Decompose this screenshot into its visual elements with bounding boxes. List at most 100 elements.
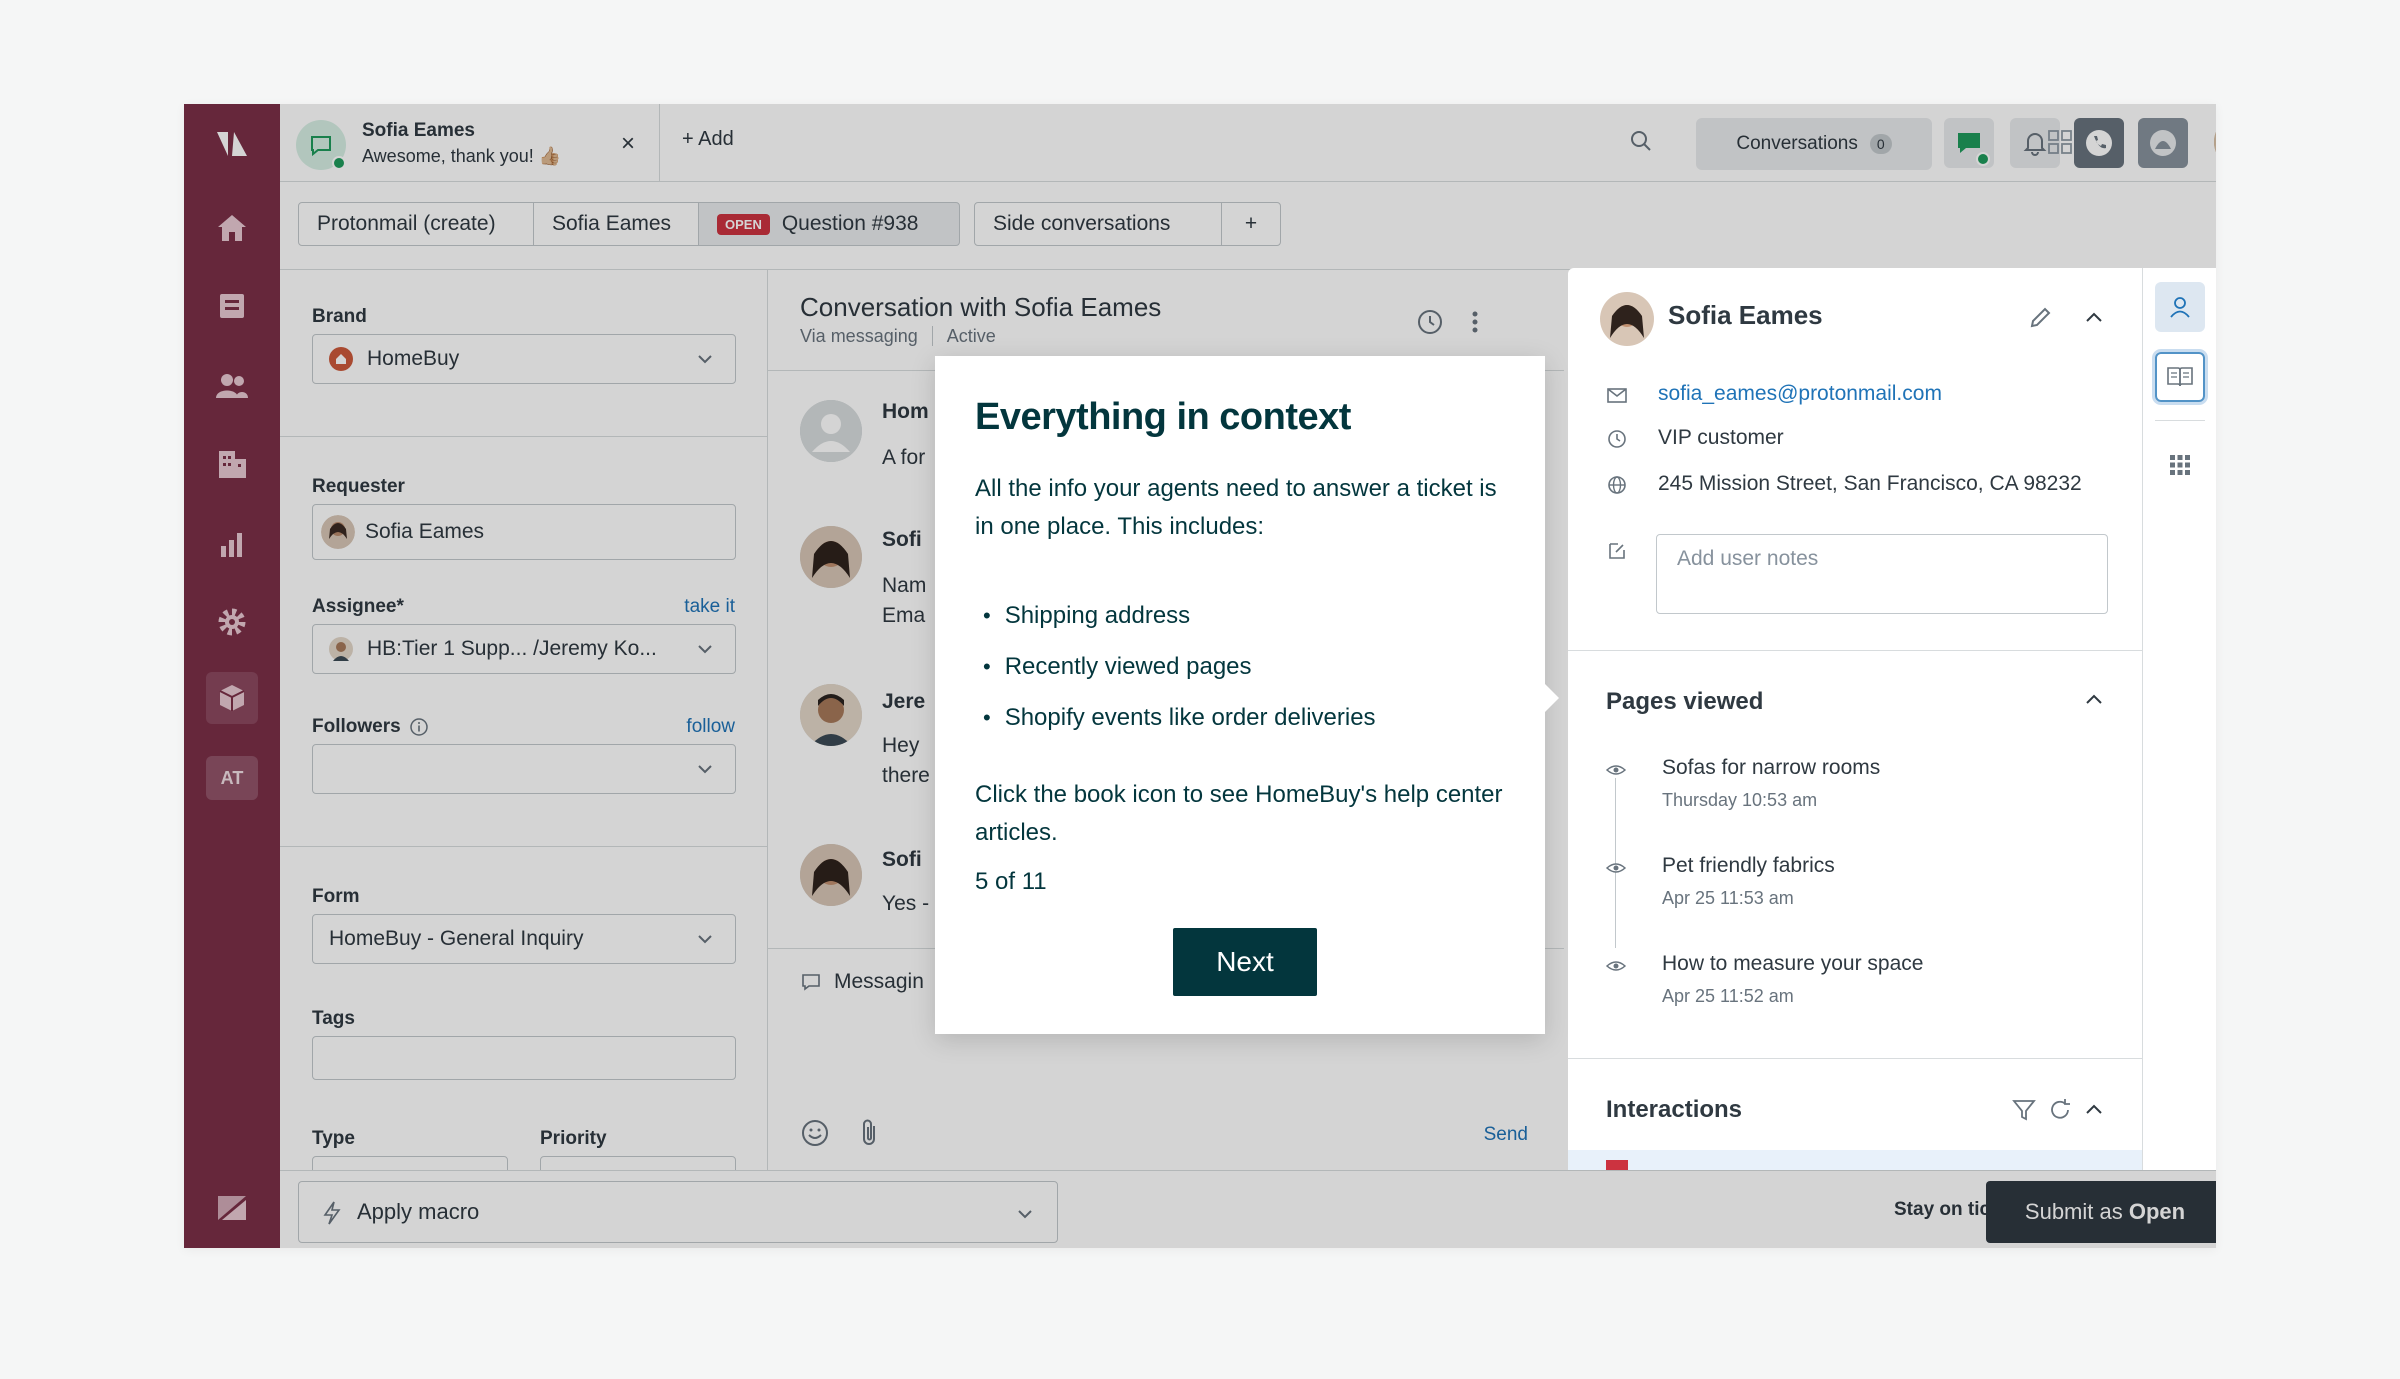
followers-label-row: Followers (312, 716, 429, 738)
workspace-avatar[interactable]: AT (206, 756, 258, 800)
views-icon[interactable] (212, 286, 252, 326)
take-it-link[interactable]: take it (684, 596, 735, 618)
ticket-tab[interactable]: Sofia Eames Awesome, thank you! 👍🏼 × (280, 104, 660, 182)
popover-step-counter: 5 of 11 (975, 868, 1047, 895)
eye-icon (1605, 863, 1627, 873)
organizations-icon[interactable] (212, 444, 252, 484)
pages-viewed-title: Pages viewed (1606, 688, 1764, 715)
list-item: Recently viewed pages (975, 641, 1376, 692)
conversations-button[interactable]: Conversations 0 (1696, 118, 1932, 170)
refresh-icon[interactable] (2046, 1096, 2074, 1129)
eye-icon (1605, 765, 1627, 775)
attachment-icon[interactable] (858, 1118, 882, 1153)
filter-icon[interactable] (2010, 1096, 2038, 1129)
side-conversations-button[interactable]: Side conversations (974, 202, 1222, 246)
add-side-conversation-button[interactable]: + (1221, 202, 1281, 246)
assignee-select[interactable]: HB:Tier 1 Supp... /Jeremy Ko... (312, 624, 736, 674)
avatar (800, 844, 862, 906)
form-label: Form (312, 886, 360, 907)
assignee-value: HB:Tier 1 Supp... /Jeremy Ko... (367, 637, 657, 660)
main-nav: AT (184, 104, 280, 1248)
customer-name: Sofia Eames (1668, 300, 1823, 330)
form-select[interactable]: HomeBuy - General Inquiry (312, 914, 736, 964)
reporting-icon[interactable] (212, 524, 252, 564)
message-author: Jere (882, 690, 926, 713)
more-options-icon[interactable] (1468, 306, 1482, 343)
search-icon[interactable] (1628, 128, 1654, 159)
page-viewed-title[interactable]: Sofas for narrow rooms (1662, 756, 1880, 780)
message-text: Ema (882, 604, 926, 627)
chat-bubble-icon (802, 974, 820, 991)
followers-select[interactable] (312, 744, 736, 794)
avatar (800, 400, 862, 462)
divider (1568, 1058, 2142, 1059)
message-text: A for (882, 446, 926, 469)
customer-email-link[interactable]: sofia_eames@protonmail.com (1658, 380, 1942, 408)
apply-macro-select[interactable]: Apply macro (298, 1181, 1058, 1243)
divider (280, 436, 768, 437)
apps-grid-icon[interactable] (2155, 440, 2205, 490)
interaction-row[interactable] (1568, 1150, 2142, 1170)
avatar (1600, 292, 1654, 346)
info-icon[interactable] (409, 717, 429, 737)
ticket-footer: Apply macro Stay on ticket Submit as Ope… (280, 1170, 2216, 1248)
home-icon[interactable] (212, 208, 252, 248)
phone-icon[interactable] (2074, 118, 2124, 168)
tags-input[interactable] (312, 1036, 736, 1080)
close-icon[interactable]: × (621, 130, 635, 158)
add-tab-button[interactable]: + Add (682, 128, 734, 151)
email-icon (1607, 388, 1627, 403)
apps-icon[interactable] (206, 672, 258, 724)
requester-field[interactable]: Sofia Eames (312, 504, 736, 560)
page-viewed-date: Thursday 10:53 am (1662, 790, 1818, 810)
add-tab-label: Add (698, 128, 734, 150)
tab-question[interactable]: OPEN Question #938 (698, 202, 960, 246)
apply-macro-label: Apply macro (357, 1199, 480, 1224)
messaging-icon (296, 120, 346, 170)
form-value: HomeBuy - General Inquiry (329, 927, 584, 950)
chevron-up-icon[interactable] (2082, 306, 2106, 335)
customers-icon[interactable] (212, 366, 252, 406)
book-icon[interactable] (2155, 352, 2205, 402)
requester-label: Requester (312, 476, 405, 497)
conversations-label: Conversations (1736, 133, 1858, 154)
submit-status: Open (2128, 1199, 2186, 1224)
page-viewed-title[interactable]: Pet friendly fabrics (1662, 854, 1835, 878)
brand-select[interactable]: HomeBuy (312, 334, 736, 384)
avatar (800, 526, 862, 588)
message-text: Hey (882, 734, 920, 757)
eye-icon (1605, 961, 1627, 971)
composer-channel-label: Messagin (834, 970, 924, 993)
logo-icon[interactable] (212, 124, 252, 164)
message-author: Hom (882, 400, 929, 423)
context-rail (2142, 268, 2216, 1170)
clock-icon (1608, 430, 1626, 448)
chat-status-icon[interactable] (1944, 118, 1994, 168)
tab-question-label: Question #938 (781, 212, 919, 235)
chevron-up-icon[interactable] (2082, 1098, 2106, 1127)
customer-context-icon[interactable] (2155, 282, 2205, 332)
avatar (329, 637, 353, 661)
list-item: Shopify events like order deliveries (975, 692, 1376, 743)
app-avatar-icon[interactable] (2138, 118, 2188, 168)
tab-protonmail[interactable]: Protonmail (create) (298, 202, 534, 246)
follow-link[interactable]: follow (686, 716, 735, 738)
chevron-down-icon (1018, 1210, 1032, 1219)
submit-button[interactable]: Submit as Open (1986, 1181, 2216, 1243)
chevron-up-icon[interactable] (2082, 688, 2106, 717)
popover-list: Shipping address Recently viewed pages S… (975, 590, 1376, 743)
note-icon (1609, 543, 1625, 559)
user-notes-input[interactable]: Add user notes (1656, 534, 2108, 614)
page-viewed-title[interactable]: How to measure your space (1662, 952, 1923, 976)
history-icon[interactable] (1414, 306, 1446, 343)
popover-outro: Click the book icon to see HomeBuy's hel… (975, 781, 1503, 846)
send-button[interactable]: Send (1484, 1124, 1528, 1146)
tab-requester[interactable]: Sofia Eames (533, 202, 699, 246)
next-button[interactable]: Next (1173, 928, 1317, 996)
admin-icon[interactable] (212, 602, 252, 642)
emoji-icon[interactable] (800, 1118, 830, 1153)
chevron-down-icon (698, 765, 712, 774)
message-author: Sofi (882, 848, 922, 871)
edit-icon[interactable] (2026, 304, 2054, 337)
composer-channel-select[interactable]: Messagin (800, 970, 924, 994)
